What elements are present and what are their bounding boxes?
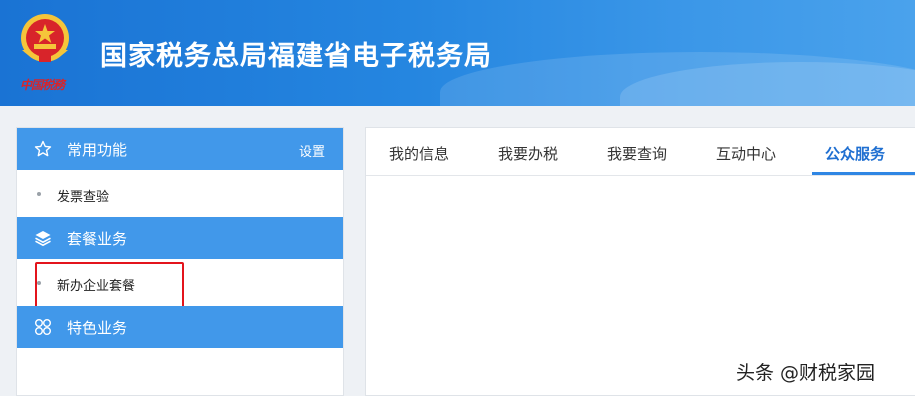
highlight-box: [35, 262, 184, 309]
tab-my-info[interactable]: 我的信息: [389, 143, 449, 164]
tab-interaction-center[interactable]: 互动中心: [716, 143, 776, 164]
section-common-functions[interactable]: 常用功能 设置: [17, 128, 343, 170]
active-tab-indicator: [812, 172, 915, 175]
section-label: 套餐业务: [67, 230, 128, 248]
sidebar-item-new-enterprise-package[interactable]: 新办企业套餐: [17, 259, 343, 309]
emblem-caption: 中国税務: [20, 78, 65, 92]
sidebar-item-invoice-check[interactable]: 发票查验: [17, 170, 343, 217]
tab-public-service[interactable]: 公众服务: [825, 143, 885, 164]
main-panel: 我的信息 我要办税 我要查询 互动中心 公众服务: [365, 127, 915, 396]
sidebar-item-label: 发票查验: [57, 190, 110, 205]
site-header: 中国税務 国家税务总局福建省电子税务局: [0, 0, 915, 106]
section-label: 常用功能: [67, 141, 128, 159]
watermark-text: 头条 @财税家园: [736, 362, 876, 384]
grid-icon: [35, 319, 51, 335]
star-icon: [34, 140, 52, 157]
site-title: 国家税务总局福建省电子税务局: [100, 41, 492, 72]
settings-link[interactable]: 设置: [299, 141, 325, 160]
app-root: 中国税務 国家税务总局福建省电子税务局 常用功能 设置 发票查验 套餐业务 新办: [0, 0, 915, 396]
section-package-business[interactable]: 套餐业务: [17, 217, 343, 259]
section-featured-business[interactable]: 特色业务: [17, 306, 343, 348]
tab-query[interactable]: 我要查询: [607, 143, 667, 164]
tab-tax-filing[interactable]: 我要办税: [498, 143, 558, 164]
section-label: 特色业务: [67, 319, 128, 337]
layers-icon: [35, 231, 51, 247]
national-tax-emblem-icon: [21, 14, 69, 62]
sidebar: 常用功能 设置 发票查验 套餐业务 新办企业套餐 特色业务: [16, 127, 344, 396]
bullet-dot: [37, 192, 41, 196]
tab-bar: 我的信息 我要办税 我要查询 互动中心 公众服务: [366, 128, 915, 176]
